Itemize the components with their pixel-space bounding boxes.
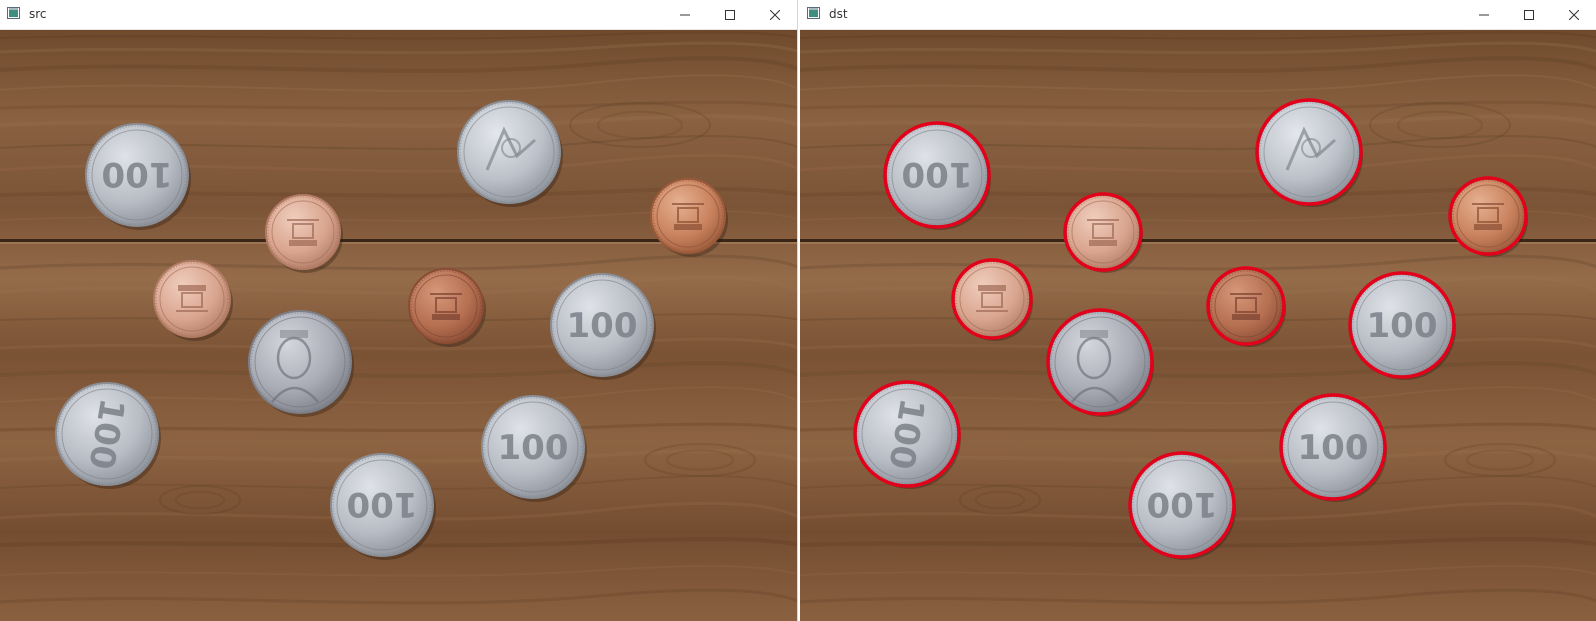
coin: 10	[951, 258, 1033, 341]
coin: 100	[883, 121, 991, 230]
coin: 100	[1348, 271, 1456, 380]
coin: 100	[1046, 308, 1154, 417]
coin-denomination-label: 100	[102, 154, 173, 194]
coin-denomination-label: 100	[1147, 484, 1218, 524]
minimize-button[interactable]	[662, 0, 707, 29]
coin: 10	[1063, 192, 1143, 273]
minimize-button[interactable]	[1461, 0, 1506, 29]
coin-denomination-label: 100	[1298, 428, 1369, 468]
window-title: src	[29, 7, 47, 21]
coin: 100	[853, 380, 961, 489]
coin: 100	[1255, 98, 1363, 207]
opencv-window-icon	[807, 7, 820, 19]
close-icon	[769, 9, 780, 20]
coins-image: 10010010010010010010010101010	[0, 30, 797, 621]
image-canvas: 10010010010010010010010101010	[800, 30, 1596, 621]
dst-window: dst 10010010010010010010010101010	[800, 0, 1596, 621]
close-button[interactable]	[1551, 0, 1596, 29]
coin-denomination-label: 100	[1367, 306, 1438, 346]
coin: 10	[1206, 266, 1286, 347]
minimize-icon	[1478, 14, 1489, 15]
close-button[interactable]	[752, 0, 797, 29]
src-window: src 10010010010010010010010101010	[0, 0, 798, 621]
close-icon	[1568, 9, 1579, 20]
title-bar[interactable]: dst	[800, 0, 1596, 30]
maximize-button[interactable]	[707, 0, 752, 29]
minimize-icon	[679, 14, 690, 15]
coin-denomination-label: 100	[567, 306, 638, 346]
image-canvas: 10010010010010010010010101010	[0, 30, 797, 621]
window-title: dst	[829, 7, 848, 21]
coin: 100	[1128, 451, 1236, 560]
title-bar[interactable]: src	[0, 0, 797, 30]
opencv-window-icon	[7, 7, 20, 19]
coin-denomination-label: 100	[347, 484, 418, 524]
coin: 10	[1448, 176, 1528, 257]
coin-denomination-label: 100	[498, 428, 569, 468]
maximize-button[interactable]	[1506, 0, 1551, 29]
coin: 100	[1279, 393, 1387, 502]
coin-denomination-label: 100	[902, 154, 973, 194]
maximize-icon	[724, 9, 735, 20]
coins-image-with-detections: 10010010010010010010010101010	[800, 30, 1596, 621]
maximize-icon	[1523, 9, 1534, 20]
